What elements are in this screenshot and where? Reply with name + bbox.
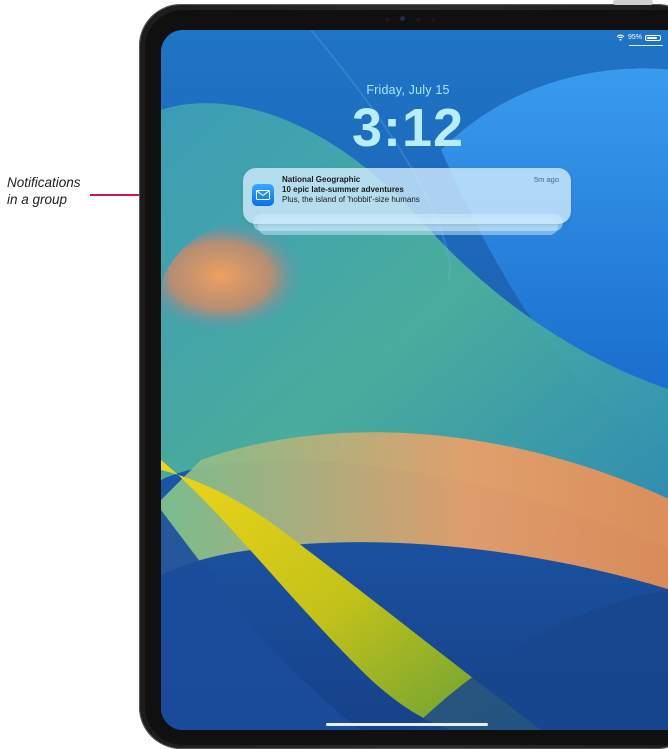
notification-group[interactable]: National Geographic 5m ago 10 epic late-… [243, 168, 571, 224]
lock-screen-clock[interactable]: 3:12 [161, 96, 655, 160]
camera-bar [360, 12, 460, 26]
callout-label: Notifications in a group [7, 174, 117, 208]
mail-icon [252, 184, 274, 206]
camera-icon [398, 15, 407, 23]
notification-time: 5m ago [533, 175, 559, 184]
lock-screen-date: Friday, July 15 [366, 83, 450, 97]
sensor-icon [414, 15, 422, 23]
notification-app-name: National Geographic [282, 175, 361, 184]
stage: Notifications in a group 95% Friday, Jul… [0, 0, 668, 749]
battery-percent: 95% [627, 34, 642, 41]
notification-body: Plus, the island of 'hobbit'-size humans [282, 195, 420, 204]
callout-line-1: Notifications [7, 175, 81, 190]
wifi-icon [616, 34, 625, 41]
sensor-icon [429, 15, 437, 23]
battery-icon [645, 34, 661, 41]
top-button[interactable] [613, 0, 653, 5]
home-indicator[interactable] [326, 723, 488, 726]
control-center-indicator[interactable] [629, 45, 663, 46]
notification-title: 10 epic late-summer adventures [282, 185, 404, 194]
lock-screen[interactable]: 95% Friday, July 15 3:12 National Geogra… [161, 30, 668, 730]
sensor-icon [383, 15, 391, 23]
status-bar: 95% [616, 34, 661, 41]
